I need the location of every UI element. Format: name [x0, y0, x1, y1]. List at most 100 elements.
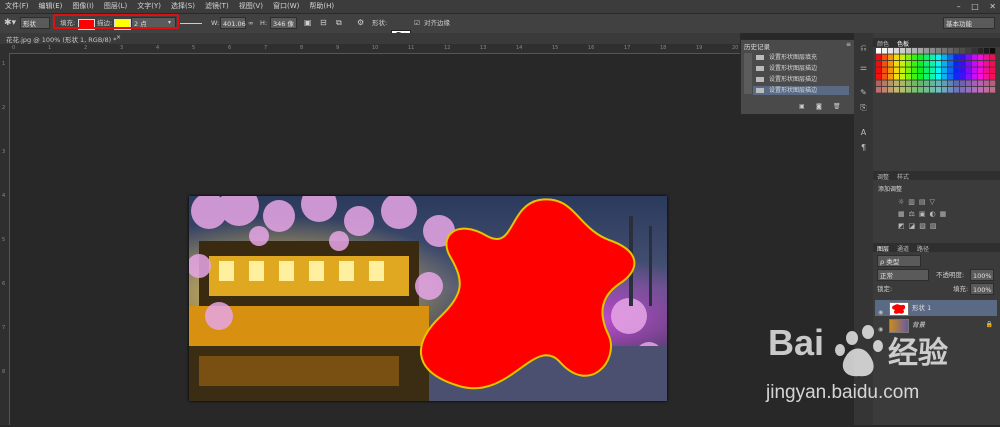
swatch-cell[interactable] — [912, 61, 918, 67]
swatch-cell[interactable] — [888, 87, 894, 93]
menu-file[interactable]: 文件(F) — [0, 0, 34, 13]
swatch-cell[interactable] — [984, 87, 990, 93]
swatch-cell[interactable] — [954, 80, 960, 87]
swatch-cell[interactable] — [948, 48, 954, 54]
stroke-type-select[interactable] — [180, 23, 202, 25]
swatch-cell[interactable] — [948, 61, 954, 67]
history-item[interactable]: 设置形状图层描边 — [753, 64, 849, 73]
swatch-cell[interactable] — [918, 87, 924, 93]
swatch-cell[interactable] — [930, 80, 936, 87]
swatch-cell[interactable] — [948, 67, 954, 74]
swatch-cell[interactable] — [888, 54, 894, 61]
swatch-cell[interactable] — [894, 74, 900, 80]
swatch-cell[interactable] — [936, 54, 942, 61]
history-item[interactable]: 设置形状图层描边 — [753, 75, 849, 84]
swatch-cell[interactable] — [876, 48, 882, 54]
swatch-cell[interactable] — [906, 74, 912, 80]
swatch-cell[interactable] — [960, 80, 966, 87]
close-tab-icon[interactable]: × — [116, 34, 121, 41]
new-snapshot-icon[interactable]: ▣ — [799, 103, 805, 110]
canvas-image[interactable] — [189, 196, 667, 401]
swatch-cell[interactable] — [978, 54, 984, 61]
swatch-cell[interactable] — [900, 48, 906, 54]
swatch-cell[interactable] — [948, 80, 954, 87]
workspace-select[interactable]: 基本功能 — [943, 17, 995, 29]
menu-filter[interactable]: 滤镜(T) — [200, 0, 234, 13]
gear-icon[interactable]: ⚙ — [357, 17, 364, 29]
swatch-cell[interactable] — [942, 87, 948, 93]
brush-icon[interactable]: ✎ — [858, 88, 869, 97]
menu-select[interactable]: 选择(S) — [166, 0, 200, 13]
swatch-cell[interactable] — [882, 80, 888, 87]
trash-icon[interactable]: 🗑 — [833, 103, 841, 110]
swatch-cell[interactable] — [942, 80, 948, 87]
swatch-cell[interactable] — [960, 74, 966, 80]
swatch-cell[interactable] — [930, 54, 936, 61]
swatch-cell[interactable] — [906, 67, 912, 74]
menu-window[interactable]: 窗口(W) — [268, 0, 304, 13]
swatch-cell[interactable] — [930, 48, 936, 54]
fill-field[interactable]: 100% — [970, 283, 994, 295]
swatch-cell[interactable] — [876, 67, 882, 74]
swatch-cell[interactable] — [972, 87, 978, 93]
swatch-cell[interactable] — [924, 48, 930, 54]
swatch-cell[interactable] — [936, 80, 942, 87]
menu-edit[interactable]: 编辑(E) — [34, 0, 68, 13]
swatch-cell[interactable] — [924, 74, 930, 80]
swatch-cell[interactable] — [888, 74, 894, 80]
swatch-cell[interactable] — [978, 80, 984, 87]
swatch-cell[interactable] — [972, 48, 978, 54]
document-tab[interactable]: 花花.jpg @ 100% (形状 1, RGB/8) * × — [0, 33, 740, 44]
swatch-cell[interactable] — [990, 48, 996, 54]
swatch-cell[interactable] — [984, 67, 990, 74]
swatch-cell[interactable] — [990, 87, 996, 93]
swatch-cell[interactable] — [900, 74, 906, 80]
swatch-cell[interactable] — [882, 61, 888, 67]
tab-adjustments[interactable]: 调整 — [877, 172, 889, 181]
swatch-cell[interactable] — [900, 61, 906, 67]
maximize-button[interactable]: □ — [971, 2, 979, 11]
swatch-cell[interactable] — [894, 80, 900, 87]
swatch-cell[interactable] — [918, 54, 924, 61]
swatch-cell[interactable] — [924, 80, 930, 87]
swatch-cell[interactable] — [900, 54, 906, 61]
swatch-cell[interactable] — [888, 48, 894, 54]
clone-icon[interactable]: ⎘ — [858, 103, 869, 112]
camera-icon[interactable]: ◙ — [816, 103, 822, 110]
swatch-cell[interactable] — [924, 61, 930, 67]
swatch-cell[interactable] — [990, 54, 996, 61]
blend-mode-select[interactable]: 正常 — [877, 269, 929, 281]
menu-type[interactable]: 文字(Y) — [132, 0, 166, 13]
minimize-button[interactable]: – — [957, 2, 961, 11]
swatch-cell[interactable] — [900, 87, 906, 93]
swatch-cell[interactable] — [954, 48, 960, 54]
swatch-cell[interactable] — [948, 54, 954, 61]
shape-tool-icon[interactable]: ✱▾ — [4, 17, 16, 29]
swatch-cell[interactable] — [984, 80, 990, 87]
swatch-cell[interactable] — [954, 74, 960, 80]
swatch-cell[interactable] — [882, 48, 888, 54]
tool-mode-select[interactable]: 形状 — [20, 17, 50, 29]
swatch-cell[interactable] — [990, 61, 996, 67]
swatch-cell[interactable] — [948, 87, 954, 93]
tab-swatches[interactable]: 色板 — [897, 39, 909, 48]
swatch-cell[interactable] — [966, 54, 972, 61]
swatches-grid[interactable] — [876, 48, 996, 96]
swatch-cell[interactable] — [888, 80, 894, 87]
swatch-cell[interactable] — [960, 54, 966, 61]
opacity-field[interactable]: 100% — [970, 269, 994, 281]
swatch-cell[interactable] — [930, 67, 936, 74]
swatch-cell[interactable] — [936, 48, 942, 54]
swatch-cell[interactable] — [912, 67, 918, 74]
swatch-cell[interactable] — [894, 61, 900, 67]
swatch-cell[interactable] — [876, 80, 882, 87]
swatch-cell[interactable] — [978, 87, 984, 93]
swatch-cell[interactable] — [894, 87, 900, 93]
swatch-cell[interactable] — [876, 61, 882, 67]
swatch-cell[interactable] — [930, 61, 936, 67]
swatch-cell[interactable] — [918, 80, 924, 87]
swatch-cell[interactable] — [990, 67, 996, 74]
swatch-cell[interactable] — [906, 87, 912, 93]
character-icon[interactable]: ¶ — [858, 143, 869, 152]
path-ops-icon[interactable]: ▣ — [304, 17, 312, 29]
